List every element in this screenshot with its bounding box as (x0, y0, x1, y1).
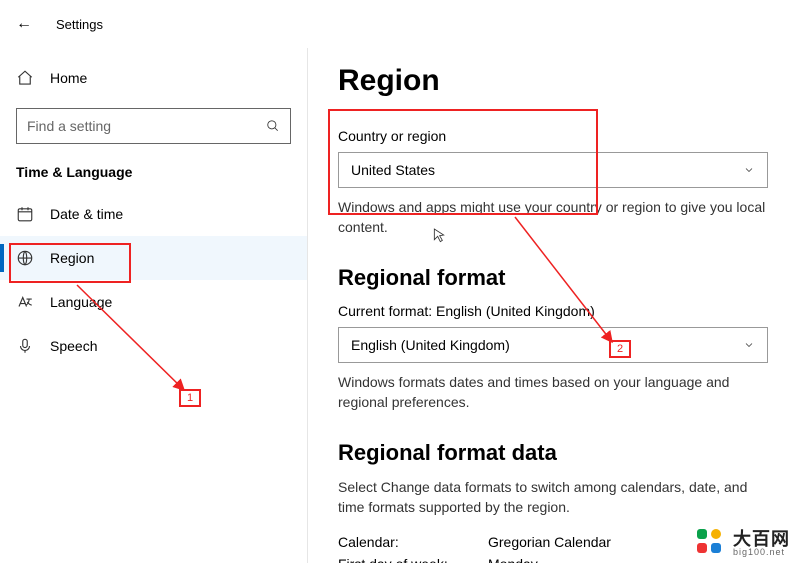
sidebar-item-label: Speech (50, 338, 97, 354)
country-dropdown[interactable]: United States (338, 152, 768, 188)
category-header: Time & Language (0, 164, 307, 192)
regional-format-dropdown[interactable]: English (United Kingdom) (338, 327, 768, 363)
country-helper: Windows and apps might use your country … (338, 198, 768, 237)
sidebar-item-language[interactable]: Language (0, 280, 307, 324)
page-heading: Region (338, 64, 770, 98)
sidebar-item-label: Language (50, 294, 112, 310)
sidebar-item-label: Region (50, 250, 94, 266)
calendar-key: Calendar: (338, 534, 458, 550)
watermark-logo-icon (697, 529, 725, 557)
firstday-key: First day of week: (338, 556, 458, 563)
watermark: 大百网 big100.net (697, 529, 790, 557)
sidebar-item-region[interactable]: Region (0, 236, 307, 280)
language-icon (16, 293, 34, 311)
current-format-label: Current format: English (United Kingdom) (338, 303, 770, 319)
sidebar-item-label: Date & time (50, 206, 123, 222)
chevron-down-icon (743, 164, 755, 176)
clock-icon (16, 205, 34, 223)
regional-format-helper: Windows formats dates and times based on… (338, 373, 768, 412)
regional-data-helper: Select Change data formats to switch amo… (338, 478, 770, 517)
sidebar-item-date-time[interactable]: Date & time (0, 192, 307, 236)
search-icon (266, 119, 280, 133)
back-button[interactable]: ← (16, 15, 32, 33)
globe-icon (16, 249, 34, 267)
regional-format-data-heading: Regional format data (338, 440, 770, 466)
window-title: Settings (56, 17, 103, 32)
regional-format-heading: Regional format (338, 265, 770, 291)
chevron-down-icon (743, 339, 755, 351)
watermark-url: big100.net (733, 548, 790, 557)
country-value: United States (351, 162, 435, 178)
sidebar-item-label: Home (50, 70, 87, 86)
sidebar-item-speech[interactable]: Speech (0, 324, 307, 368)
firstday-value: Monday (488, 556, 538, 563)
regional-format-value: English (United Kingdom) (351, 337, 510, 353)
calendar-value: Gregorian Calendar (488, 534, 611, 550)
microphone-icon (16, 337, 34, 355)
sidebar-item-home[interactable]: Home (0, 56, 307, 100)
watermark-text: 大百网 (733, 530, 790, 548)
search-placeholder: Find a setting (27, 118, 111, 134)
home-icon (16, 69, 34, 87)
search-input[interactable]: Find a setting (16, 108, 291, 144)
country-label: Country or region (338, 128, 770, 144)
